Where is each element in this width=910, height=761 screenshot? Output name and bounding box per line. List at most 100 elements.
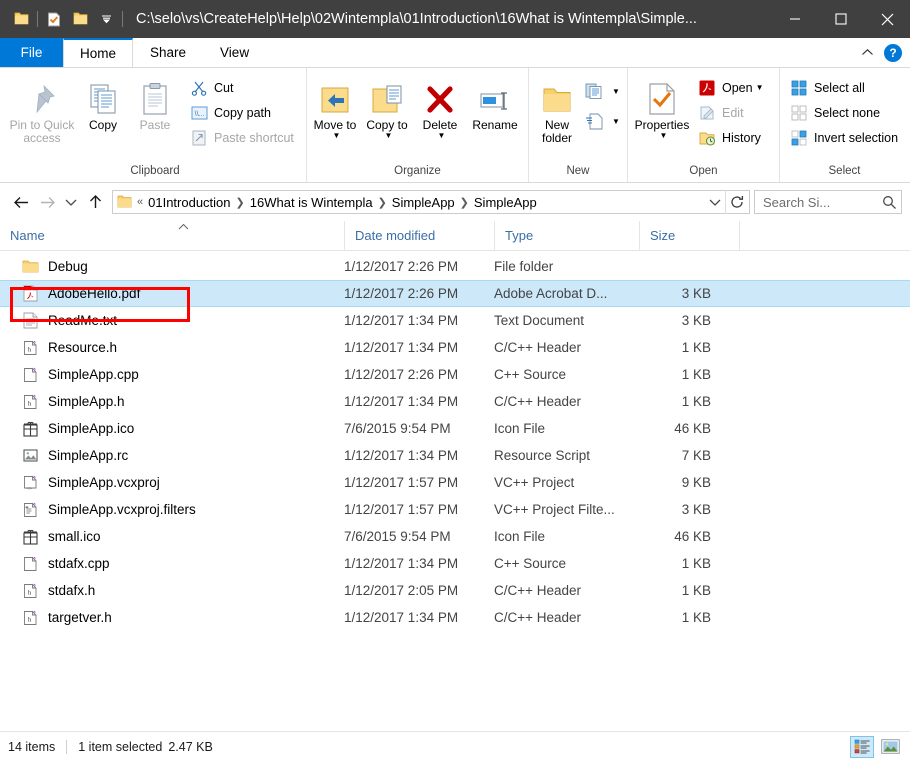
table-row[interactable]: ReadMe.txt 1/12/2017 1:34 PM Text Document… bbox=[0, 307, 910, 334]
rc-icon bbox=[22, 447, 39, 464]
pdf-icon: PDF bbox=[22, 285, 39, 302]
file-size-cell: 9 KB bbox=[681, 475, 711, 490]
table-row[interactable]: SimpleApp.rc 1/12/2017 1:34 PM Resource Sc… bbox=[0, 442, 910, 469]
forward-arrow-icon[interactable] bbox=[34, 189, 60, 215]
new-folder-button[interactable]: New folder bbox=[531, 74, 583, 145]
table-row[interactable]: h stdafx.h 1/12/2017 2:05 PM C/C++ Header 1 … bbox=[0, 577, 910, 604]
breadcrumb-sep-2[interactable]: ❯ bbox=[458, 196, 471, 209]
large-icons-view-button[interactable] bbox=[878, 736, 902, 758]
new-item-button[interactable]: ▼ bbox=[583, 80, 624, 103]
address-dropdown-icon[interactable] bbox=[705, 198, 725, 207]
file-size-cell: 1 KB bbox=[681, 394, 711, 409]
minimize-icon[interactable] bbox=[772, 0, 818, 38]
copy-button[interactable]: Copy bbox=[78, 74, 128, 132]
delete-caret-icon[interactable]: ▼ bbox=[438, 132, 446, 140]
breadcrumb-overflow[interactable]: « bbox=[135, 196, 145, 208]
recent-locations-icon[interactable] bbox=[60, 189, 82, 215]
invert-selection-label: Invert selection bbox=[814, 130, 899, 145]
column-header-size[interactable]: Size bbox=[639, 220, 739, 251]
invert-selection-button[interactable]: Invert selection bbox=[788, 126, 902, 149]
breadcrumb-item-2[interactable]: SimpleApp bbox=[389, 195, 458, 210]
rename-button[interactable]: Rename bbox=[467, 74, 523, 132]
pin-to-quick-access-button[interactable]: Pin to Quick access bbox=[6, 74, 78, 145]
paste-label: Paste bbox=[139, 118, 171, 132]
delete-x-icon bbox=[424, 76, 456, 116]
table-row[interactable]: </> SimpleApp.vcxproj 1/12/2017 1:57 PM VC+… bbox=[0, 469, 910, 496]
file-date-cell: 1/12/2017 1:34 PM bbox=[344, 340, 459, 355]
text-icon bbox=[22, 312, 39, 329]
select-none-button[interactable]: Select none bbox=[788, 101, 902, 124]
column-header-date[interactable]: Date modified bbox=[344, 220, 494, 251]
copy-to-caret-icon[interactable]: ▼ bbox=[385, 132, 393, 140]
table-row[interactable]: SimpleApp.ico 7/6/2015 9:54 PM Icon File 46… bbox=[0, 415, 910, 442]
file-size-cell: 3 KB bbox=[681, 313, 711, 328]
paste-shortcut-button[interactable]: Paste shortcut bbox=[188, 126, 298, 149]
properties-check-icon[interactable] bbox=[41, 0, 67, 38]
cut-button[interactable]: Cut bbox=[188, 76, 298, 99]
refresh-icon[interactable] bbox=[725, 190, 747, 214]
breadcrumb-item-0[interactable]: 01Introduction bbox=[145, 195, 233, 210]
details-view-button[interactable] bbox=[850, 735, 874, 758]
search-icon[interactable] bbox=[882, 195, 897, 210]
close-icon[interactable] bbox=[864, 0, 910, 38]
table-row[interactable]: PDF AdobeHello.pdf 1/12/2017 2:26 PM Adobe … bbox=[0, 280, 910, 307]
move-to-button[interactable]: Move to ▼ bbox=[309, 74, 361, 140]
maximize-icon[interactable] bbox=[818, 0, 864, 38]
qat-divider-2 bbox=[122, 11, 123, 27]
column-header-type[interactable]: Type bbox=[494, 220, 639, 251]
paste-button[interactable]: Paste bbox=[128, 74, 182, 132]
new-folder-icon bbox=[541, 76, 573, 116]
up-arrow-icon[interactable] bbox=[82, 189, 108, 215]
file-list[interactable]: Debug 1/12/2017 2:26 PM File folder PDF Adob… bbox=[0, 251, 910, 731]
easy-access-caret-icon[interactable]: ▼ bbox=[612, 117, 620, 126]
open-caret-icon[interactable]: ▼ bbox=[756, 83, 764, 92]
history-button[interactable]: History bbox=[696, 126, 768, 149]
open-button[interactable]: Open ▼ bbox=[696, 76, 768, 99]
table-row[interactable]: h Resource.h 1/12/2017 1:34 PM C/C++ Header… bbox=[0, 334, 910, 361]
edit-button[interactable]: Edit bbox=[696, 101, 768, 124]
table-row[interactable]: small.ico 7/6/2015 9:54 PM Icon File 46 KB bbox=[0, 523, 910, 550]
table-row[interactable]: Debug 1/12/2017 2:26 PM File folder bbox=[0, 253, 910, 280]
window-title: C:\selo\vs\CreateHelp\Help\02Wintempla\0… bbox=[136, 11, 697, 27]
search-input[interactable]: Search Si... bbox=[754, 190, 902, 214]
breadcrumb-sep-0[interactable]: ❯ bbox=[234, 196, 247, 209]
file-name-cell: SimpleApp.ico bbox=[22, 420, 344, 437]
tab-home[interactable]: Home bbox=[63, 38, 134, 67]
move-to-caret-icon[interactable]: ▼ bbox=[333, 132, 341, 140]
tab-view[interactable]: View bbox=[203, 38, 266, 67]
delete-button[interactable]: Delete ▼ bbox=[413, 74, 467, 140]
properties-caret-icon[interactable]: ▼ bbox=[660, 132, 668, 140]
column-header-name[interactable]: Name bbox=[0, 221, 344, 251]
table-row[interactable]: stdafx.cpp 1/12/2017 1:34 PM C++ Source 1 K… bbox=[0, 550, 910, 577]
tab-file[interactable]: File bbox=[0, 38, 63, 67]
address-bar[interactable]: « 01Introduction ❯ 16What is Wintempla ❯… bbox=[112, 190, 750, 214]
vcxproj-icon: </> bbox=[22, 474, 39, 491]
table-row[interactable]: h targetver.h 1/12/2017 1:34 PM C/C++ Heade… bbox=[0, 604, 910, 631]
breadcrumb-item-3[interactable]: SimpleApp bbox=[471, 195, 540, 210]
open-small-buttons: Open ▼ Edit History bbox=[696, 74, 768, 149]
table-row[interactable]: SimpleApp.cpp 1/12/2017 2:26 PM C++ Source… bbox=[0, 361, 910, 388]
breadcrumb-sep-1[interactable]: ❯ bbox=[376, 196, 389, 209]
breadcrumb-item-1[interactable]: 16What is Wintempla bbox=[247, 195, 376, 210]
chevron-down-icon[interactable] bbox=[93, 0, 119, 38]
pin-icon bbox=[26, 76, 58, 116]
file-type-cell: Icon File bbox=[494, 529, 546, 544]
help-button[interactable]: ? bbox=[884, 43, 902, 62]
select-all-button[interactable]: Select all bbox=[788, 76, 902, 99]
copy-to-button[interactable]: Copy to ▼ bbox=[361, 74, 413, 140]
properties-button[interactable]: Properties ▼ bbox=[630, 74, 694, 140]
table-row[interactable]: h SimpleApp.h 1/12/2017 1:34 PM C/C++ Heade… bbox=[0, 388, 910, 415]
easy-access-button[interactable]: ▼ bbox=[583, 110, 624, 133]
new-item-caret-icon[interactable]: ▼ bbox=[612, 87, 620, 96]
chevron-up-icon[interactable] bbox=[861, 44, 874, 62]
group-label-organize: Organize bbox=[394, 165, 441, 177]
new-folder-icon[interactable] bbox=[67, 0, 93, 38]
folder-icon[interactable] bbox=[8, 0, 34, 38]
cpp-icon bbox=[22, 366, 39, 383]
tab-share[interactable]: Share bbox=[133, 38, 203, 67]
copy-path-button[interactable]: \\... Copy path bbox=[188, 101, 298, 124]
file-type-cell: VC++ Project bbox=[494, 475, 575, 490]
file-name-cell: stdafx.cpp bbox=[22, 555, 344, 572]
back-arrow-icon[interactable] bbox=[8, 189, 34, 215]
table-row[interactable]: SimpleApp.vcxproj.filters 1/12/2017 1:57 … bbox=[0, 496, 910, 523]
